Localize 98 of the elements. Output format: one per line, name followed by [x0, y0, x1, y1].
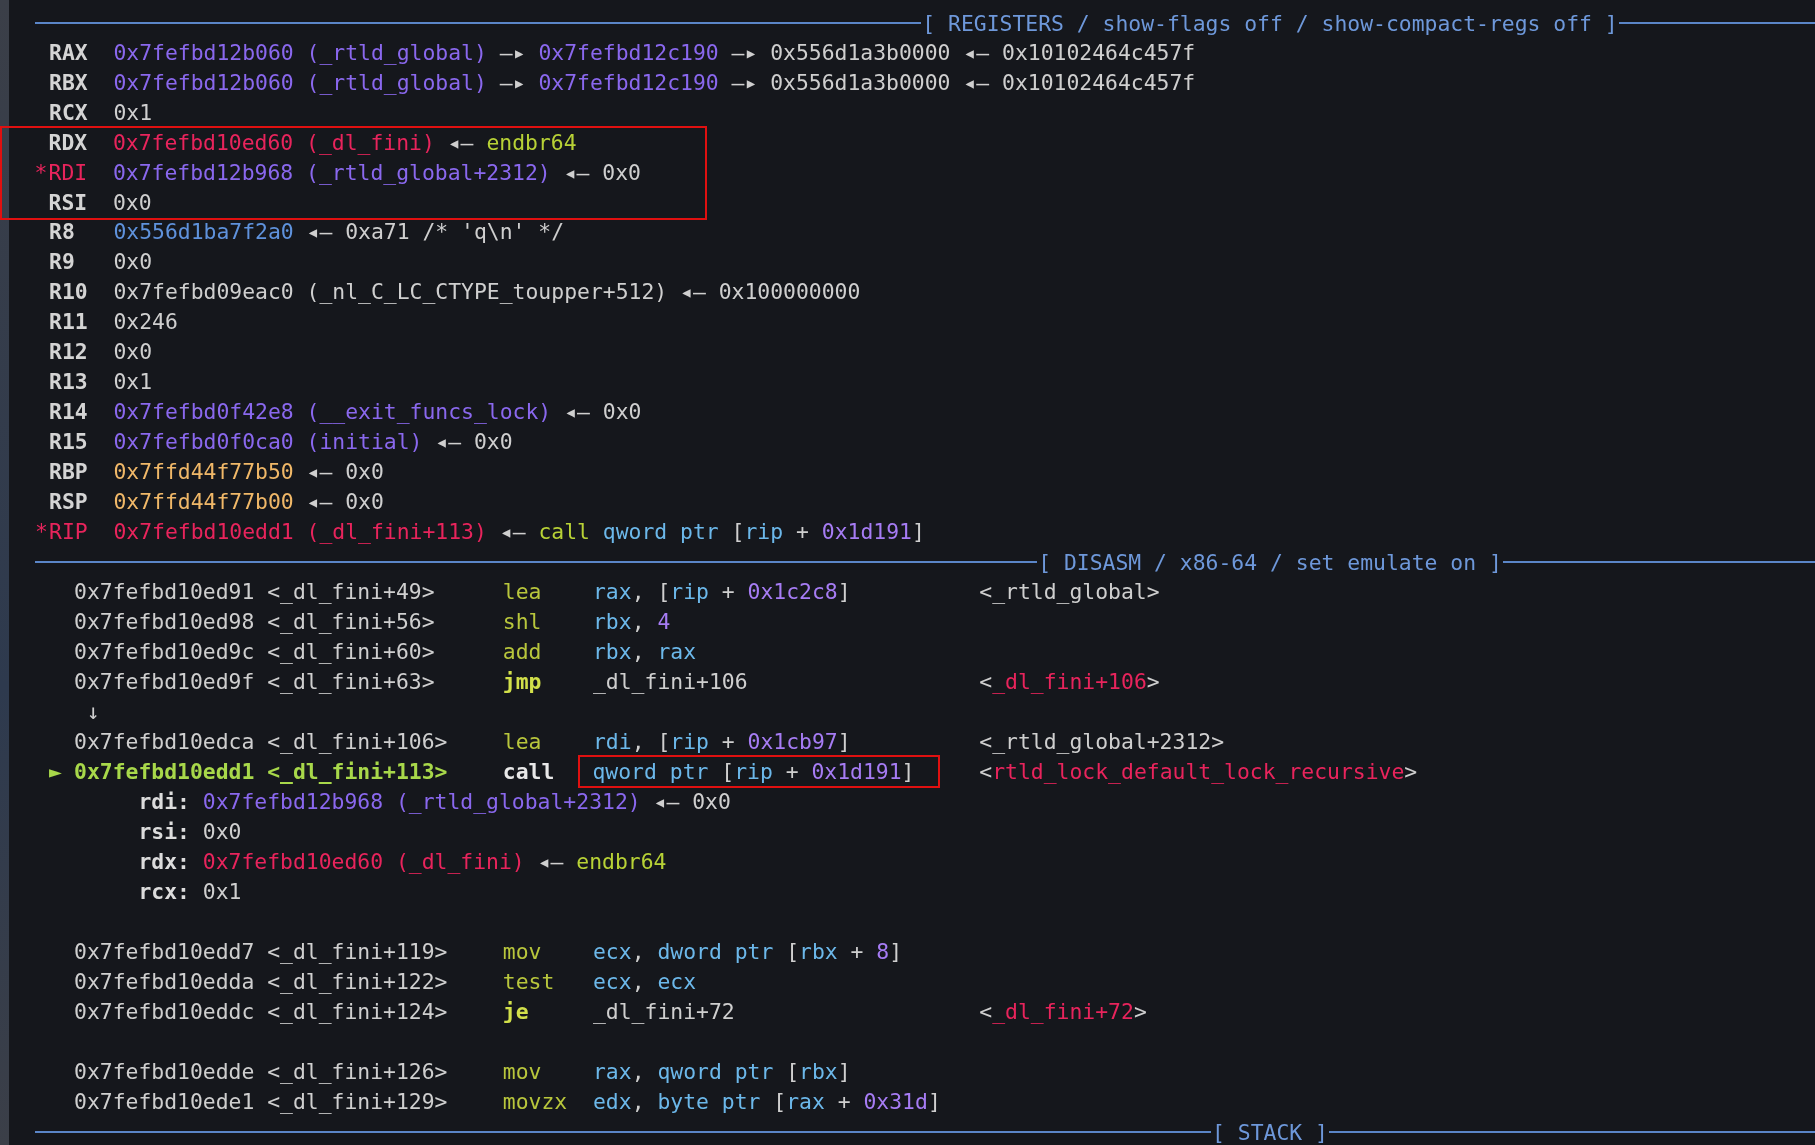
argument-value: 0x1 — [202, 878, 242, 906]
register-name: RSP — [49, 488, 89, 516]
instruction-address: 0x7fefbd10ed91 — [74, 578, 256, 606]
changed-marker: * — [34, 159, 48, 185]
register-name: RSI — [48, 188, 89, 217]
symbol-offset: <_dl_fini+122> — [267, 968, 449, 996]
register-value: 0x556d1ba7f2a0 ◂— 0xa71 /* 'q\n' */ — [113, 218, 565, 246]
register-name: R9 — [49, 248, 76, 276]
mnemonic: lea — [502, 578, 543, 606]
mnemonic: test — [502, 968, 556, 996]
mnemonic: shl — [502, 608, 543, 636]
symbol-offset: <_dl_fini+49> — [267, 578, 436, 606]
operands: ecx, dword ptr [rbx + 8] — [593, 939, 903, 964]
mnemonic: jmp — [502, 668, 543, 696]
register-value: 0x7fefbd10ed60 (_dl_fini) ◂— endbr64 — [112, 128, 577, 157]
register-name: R12 — [49, 338, 89, 366]
mnemonic: mov — [502, 1058, 543, 1086]
operands: rbx, 4 — [593, 609, 671, 634]
symbol-offset: <_dl_fini+106> — [267, 728, 449, 756]
instruction-address: 0x7fefbd10edde — [74, 1058, 256, 1086]
mnemonic: je — [502, 998, 530, 1026]
argument-name: rdi: — [138, 788, 190, 816]
argument-value: 0x7fefbd10ed60 (_dl_fini) ◂— endbr64 — [202, 848, 667, 876]
symbol-offset: <_dl_fini+124> — [267, 998, 449, 1026]
symbol-comment: <_dl_fini+72> — [979, 998, 1147, 1026]
register-value: 0x1 — [113, 368, 153, 396]
instruction-address: 0x7fefbd10edd1 — [74, 758, 256, 786]
symbol-offset: <_dl_fini+113> — [267, 758, 449, 786]
symbol-comment: <_rtld_global+2312> — [979, 728, 1224, 756]
instruction-address: 0x7fefbd10eddc — [74, 998, 256, 1026]
register-name: RBP — [49, 458, 89, 486]
changed-marker: * — [35, 519, 48, 544]
jump-arrow-icon: ↓ — [86, 697, 100, 727]
register-value: 0x7fefbd12b060 (_rtld_global) —▸ 0x7fefbd12c190 —▸ 0x556d1a3b0000 ◂— 0x10102464c457f — [113, 39, 1196, 67]
operands: edx, byte ptr [rax + 0x31d] — [593, 1089, 941, 1114]
symbol-offset: <_dl_fini+63> — [267, 668, 436, 696]
symbol-comment: <_rtld_global> — [979, 578, 1160, 606]
register-value: 0x7ffd44f77b00 ◂— 0x0 — [113, 488, 384, 516]
register-name: R10 — [49, 278, 89, 306]
operands: rax, [rip + 0x1c2c8] — [593, 579, 851, 604]
section-header: [ DISASM / x86-64 / set emulate on ] — [1037, 549, 1503, 575]
register-value: 0x0 — [113, 338, 153, 366]
register-name: R8 — [49, 218, 76, 246]
symbol-offset: <_dl_fini+60> — [267, 638, 436, 666]
register-value: 0x0 — [112, 188, 152, 217]
register-value: 0x7ffd44f77b50 ◂— 0x0 — [113, 458, 384, 486]
mnemonic: movzx — [502, 1088, 569, 1116]
register-value: 0x7fefbd09eac0 (_nl_C_LC_CTYPE_toupper+512) ◂— 0x100000000 — [113, 278, 861, 306]
symbol-offset: <_dl_fini+126> — [267, 1058, 449, 1086]
register-value: 0x7fefbd12b060 (_rtld_global) —▸ 0x7fefbd12c190 —▸ 0x556d1a3b0000 ◂— 0x10102464c457f — [113, 69, 1196, 97]
operands: rax, qword ptr [rbx] — [593, 1059, 851, 1084]
symbol-offset: <_dl_fini+56> — [267, 608, 436, 636]
register-name: RIP — [49, 518, 89, 546]
operands: _dl_fini+72 — [593, 999, 735, 1024]
register-value: 0x7fefbd0f42e8 (__exit_funcs_lock) ◂— 0x0 — [113, 398, 642, 426]
instruction-address: 0x7fefbd10ed98 — [74, 608, 256, 636]
operands: ecx, ecx — [593, 969, 697, 994]
register-name: RDX — [48, 128, 89, 157]
mnemonic: add — [502, 638, 543, 666]
symbol-offset: <_dl_fini+129> — [267, 1088, 449, 1116]
register-value: 0x7fefbd12b968 (_rtld_global+2312) ◂— 0x0 — [112, 158, 641, 187]
operands: _dl_fini+106 — [593, 669, 748, 694]
register-value: 0x246 — [113, 308, 178, 336]
argument-value: 0x7fefbd12b968 (_rtld_global+2312) ◂— 0x0 — [202, 788, 731, 816]
register-value: 0x1 — [113, 99, 153, 127]
argument-value: 0x0 — [202, 818, 242, 846]
register-name: R11 — [49, 308, 89, 336]
section-header: [ REGISTERS / show-flags off / show-compact-regs off ] — [921, 10, 1619, 36]
register-value: 0x7fefbd0f0ca0 (initial) ◂— 0x0 — [113, 428, 513, 456]
operands: rdi, [rip + 0x1cb97] — [593, 729, 851, 754]
instruction-address: 0x7fefbd10edda — [74, 968, 256, 996]
symbol-comment: <rtld_lock_default_lock_recursive> — [979, 758, 1418, 786]
mnemonic: lea — [502, 728, 543, 756]
section-header: [ STACK ] — [1211, 1119, 1329, 1145]
argument-name: rcx: — [138, 878, 190, 906]
instruction-address: 0x7fefbd10edca — [74, 728, 256, 756]
argument-name: rsi: — [138, 818, 190, 846]
instruction-address: 0x7fefbd10ed9c — [74, 638, 256, 666]
instruction-address: 0x7fefbd10edd7 — [74, 938, 256, 966]
register-name: RAX — [49, 39, 89, 67]
register-name: RCX — [49, 99, 89, 127]
symbol-comment: <_dl_fini+106> — [979, 668, 1160, 696]
mnemonic: call — [502, 758, 556, 786]
register-value: 0x7fefbd10edd1 (_dl_fini+113) ◂— call qword ptr [rip + 0x1d191] — [113, 518, 925, 546]
register-name: RDI — [48, 158, 89, 187]
register-name: R14 — [49, 398, 89, 426]
register-name: RBX — [49, 69, 89, 97]
register-name: R13 — [49, 368, 89, 396]
operands: rbx, rax — [593, 639, 697, 664]
operands: qword ptr [rip + 0x1d191] — [578, 755, 941, 788]
argument-name: rdx: — [138, 848, 190, 876]
symbol-offset: <_dl_fini+119> — [267, 938, 449, 966]
instruction-address: 0x7fefbd10ede1 — [74, 1088, 256, 1116]
current-instruction-marker: ► — [49, 759, 62, 784]
register-name: R15 — [49, 428, 89, 456]
instruction-address: 0x7fefbd10ed9f — [74, 668, 256, 696]
register-value: 0x0 — [113, 248, 153, 276]
mnemonic: mov — [502, 938, 543, 966]
